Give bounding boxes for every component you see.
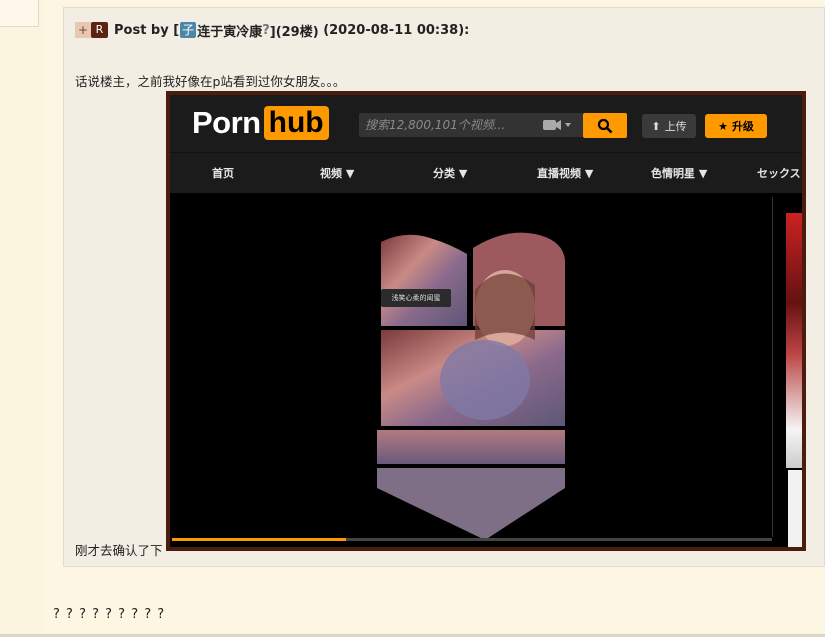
related-thumbnail [786,213,802,468]
site-logo: Porn hub [192,105,329,141]
nav-item-videos: 视频 ▼ [320,167,355,180]
search-icon [583,113,627,138]
post-by-label: Post by [ [114,22,180,38]
upload-icon: ⬆ [651,119,661,133]
left-margin [0,0,44,637]
photo-caption-tag: 浅笑心柔的闺蜜 [381,289,451,307]
reply-text: ? ? ? ? ? ? ? ? ? [53,607,166,622]
upload-button: ⬆ 上传 [642,114,696,138]
post-header: + R Post by [ 子 连于寅冷康 ? ](29楼) (2020-08-… [75,20,469,40]
floor-number: ](29楼) [269,24,319,40]
site-header: Porn hub 搜索12,800,101个视频... ⬆ 上传 ★ 升级 [170,95,802,152]
post-datetime: (2020-08-11 00:38): [318,22,470,38]
user-badge-icon: 子 [180,22,197,38]
expand-button[interactable]: + [75,22,91,38]
upgrade-label: 升级 [731,120,754,133]
video-progress-fill [172,538,346,541]
upload-label: 上传 [664,120,687,133]
star-icon: ★ [718,119,728,133]
logo-text-left: Porn [192,105,261,140]
camera-icon [535,113,581,137]
reply-icon[interactable]: R [91,22,108,38]
video-progress-bar [172,538,772,541]
user-status: ? [262,22,270,38]
post-text-line-1: 话说楼主，之前我好像在p站看到过你女朋友。。。 [75,74,346,89]
related-panel [788,470,802,547]
logo-text-right: hub [263,106,329,140]
site-nav: 首页 视频 ▼ 分类 ▼ 直播视频 ▼ 色情明星 ▼ セックスし [170,152,802,193]
nav-item-live: 直播视频 ▼ [537,167,594,180]
username-link[interactable]: 连于寅冷康 [197,21,262,40]
nav-item-categories: 分类 ▼ [433,167,468,180]
embedded-screenshot[interactable]: Porn hub 搜索12,800,101个视频... ⬆ 上传 ★ 升级 首页… [166,91,806,551]
nav-item-home: 首页 [212,167,234,180]
post-text-line-2: 刚才去确认了下 [75,543,163,558]
nav-item-more: セックスし [757,167,802,180]
nav-item-stars: 色情明星 ▼ [651,167,708,180]
previous-post-corner [0,0,39,27]
upgrade-button: ★ 升级 [705,114,767,138]
heart-collage-image [377,232,565,540]
